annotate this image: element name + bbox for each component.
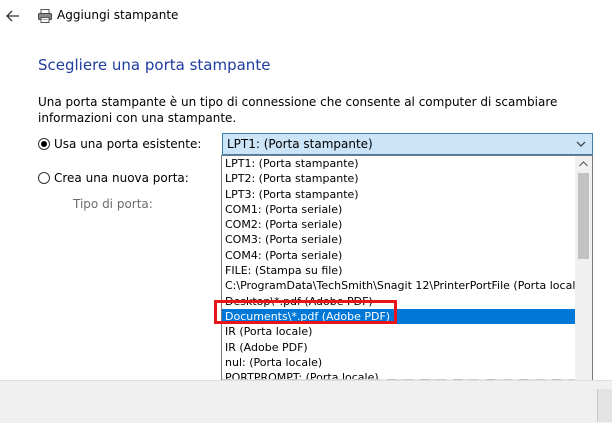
port-option-selected[interactable]: Documents\*.pdf (Adobe PDF) <box>222 308 575 325</box>
port-option[interactable]: IR (Adobe PDF) <box>222 340 575 355</box>
new-port-radio[interactable] <box>38 172 50 184</box>
existing-port-radio[interactable] <box>38 138 50 150</box>
port-select[interactable]: LPT1: (Porta stampante) <box>222 133 593 155</box>
port-option[interactable]: nul: (Porta locale) <box>222 355 575 370</box>
port-option[interactable]: IR (Porta locale) <box>222 324 575 339</box>
title-bar: Aggiungi stampante <box>0 0 612 32</box>
port-option[interactable]: LPT2: (Porta stampante) <box>222 171 575 186</box>
existing-port-option[interactable]: Usa una porta esistente: <box>38 136 201 152</box>
port-option[interactable]: COM1: (Porta seriale) <box>222 202 575 217</box>
port-option[interactable]: COM3: (Porta seriale) <box>222 232 575 247</box>
page-description: Una porta stampante è un tipo di conness… <box>38 95 558 125</box>
port-option[interactable]: C:\ProgramData\TechSmith\Snagit 12\Print… <box>222 278 575 293</box>
scroll-thumb[interactable] <box>578 173 589 259</box>
port-option[interactable]: FILE: (Stampa su file) <box>222 263 575 278</box>
port-option[interactable]: Desktop\*.pdf (Adobe PDF) <box>222 294 575 309</box>
back-arrow-icon[interactable] <box>4 6 22 26</box>
port-select-value: LPT1: (Porta stampante) <box>227 137 373 151</box>
port-option[interactable]: LPT3: (Porta stampante) <box>222 187 575 202</box>
bottom-button-bar <box>0 380 612 423</box>
existing-port-label: Usa una porta esistente: <box>54 137 202 151</box>
port-type-label: Tipo di porta: <box>73 197 153 211</box>
port-options: LPT1: (Porta stampante) LPT2: (Porta sta… <box>222 156 575 385</box>
chevron-down-icon <box>576 141 586 147</box>
port-option[interactable]: COM2: (Porta seriale) <box>222 217 575 232</box>
window-title: Aggiungi stampante <box>57 8 179 22</box>
window-resize-control <box>597 389 612 422</box>
new-port-option[interactable]: Crea una nuova porta: <box>38 170 189 186</box>
port-option[interactable]: LPT1: (Porta stampante) <box>222 156 575 171</box>
page-heading: Scegliere una porta stampante <box>38 56 271 74</box>
port-option[interactable]: COM4: (Porta seriale) <box>222 248 575 263</box>
new-port-label: Crea una nuova porta: <box>54 171 189 185</box>
scroll-up-arrow-icon[interactable] <box>578 160 589 168</box>
printer-icon <box>38 9 52 23</box>
